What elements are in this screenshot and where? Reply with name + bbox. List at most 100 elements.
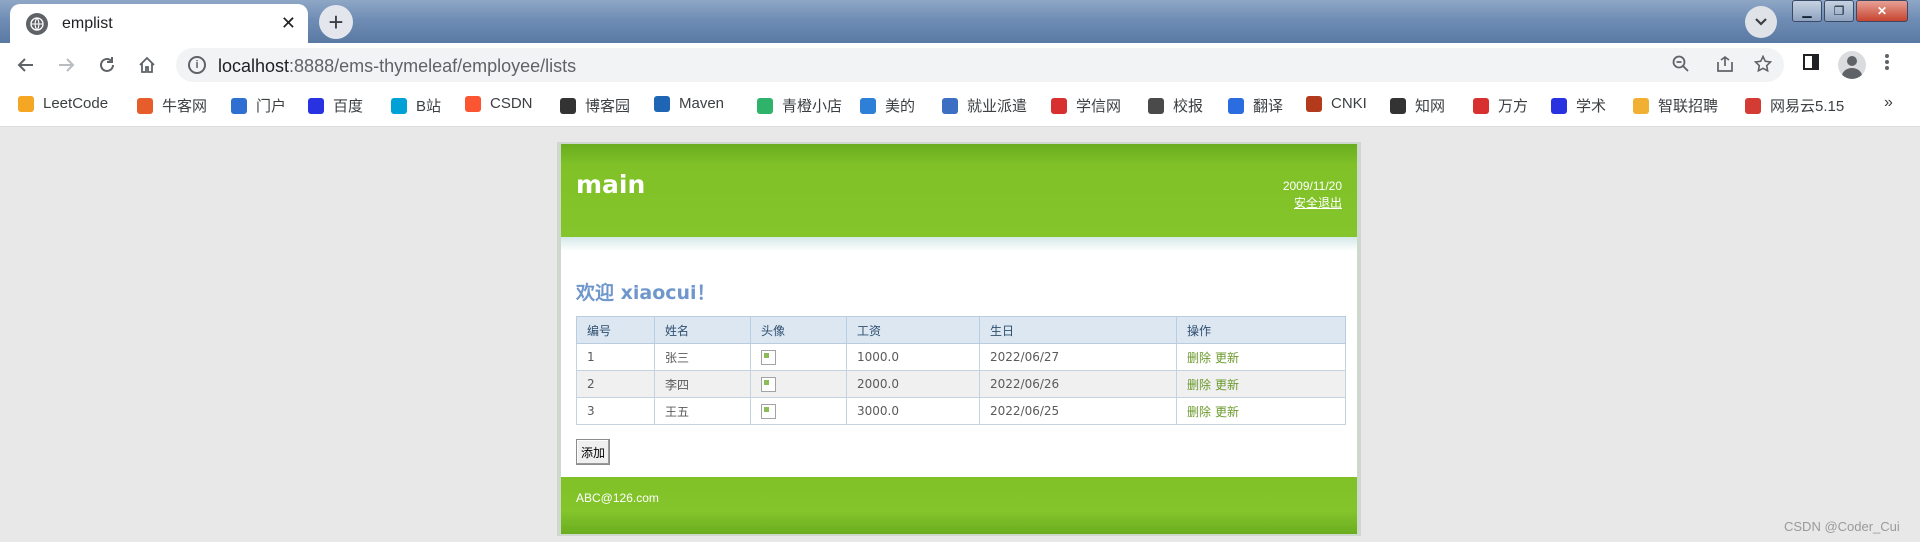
bookmark-item[interactable]: 智联招聘 <box>1633 95 1718 116</box>
home-button[interactable] <box>133 51 161 79</box>
bookmark-label: 学术 <box>1576 98 1607 115</box>
bookmark-favicon-icon <box>231 97 247 114</box>
bookmarks-overflow-icon[interactable]: » <box>1884 94 1893 112</box>
bookmark-favicon-icon <box>1148 97 1164 114</box>
update-link[interactable]: 更新 <box>1215 378 1239 392</box>
close-tab-icon[interactable]: ✕ <box>281 13 296 34</box>
bookmark-favicon-icon <box>137 97 153 114</box>
broken-image-icon <box>761 403 776 419</box>
bookmark-favicon-icon <box>1306 95 1322 112</box>
bookmark-label: 学信网 <box>1076 98 1122 115</box>
add-button[interactable]: 添加 <box>576 439 610 465</box>
watermark-text: CSDN @Coder_Cui <box>1784 519 1900 534</box>
tab-emplist[interactable]: emplist ✕ <box>10 4 308 43</box>
update-link[interactable]: 更新 <box>1215 351 1239 365</box>
cell-name: 李四 <box>654 370 751 398</box>
bookmark-label: 网易云5.15 <box>1770 98 1845 115</box>
tab-title: emplist <box>62 14 113 32</box>
forward-button[interactable] <box>52 51 80 79</box>
delete-link[interactable]: 删除 <box>1187 351 1211 365</box>
bookmark-favicon-icon <box>560 97 576 114</box>
bookmark-item[interactable]: 网易云5.15 <box>1745 95 1844 116</box>
broken-image-icon <box>761 349 776 365</box>
bookmark-label: B站 <box>416 98 442 115</box>
url-host: localhost <box>218 56 290 76</box>
new-tab-button[interactable]: + <box>319 5 353 39</box>
bookmark-item[interactable]: 美的 <box>860 95 915 116</box>
site-footer: ABC@126.com <box>561 477 1357 534</box>
bookmark-item[interactable]: 青橙小店 <box>757 95 842 116</box>
globe-icon <box>26 12 48 35</box>
bookmark-favicon-icon <box>757 97 773 114</box>
bookmark-label: 牛客网 <box>162 98 208 115</box>
bookmark-favicon-icon <box>465 95 481 112</box>
bookmark-label: 百度 <box>333 98 364 115</box>
page-viewport: main 2009/11/20 安全退出 欢迎 xiaocui！ 编号 姓名 头… <box>0 127 1920 542</box>
menu-dots-icon[interactable] <box>1884 53 1890 76</box>
bookmark-item[interactable]: 学信网 <box>1051 95 1121 116</box>
bookmark-label: 智联招聘 <box>1658 98 1719 115</box>
zoom-icon[interactable] <box>1672 55 1690 79</box>
share-icon[interactable] <box>1716 55 1734 79</box>
bookmark-label: Maven <box>679 95 725 112</box>
bookmark-favicon-icon <box>860 97 876 114</box>
cell-id: 1 <box>576 343 655 371</box>
welcome-heading: 欢迎 xiaocui！ <box>576 282 716 304</box>
minimize-button[interactable]: ▁ <box>1792 0 1822 22</box>
logout-link[interactable]: 安全退出 <box>1294 194 1342 211</box>
bookmark-item[interactable]: 知网 <box>1390 95 1445 116</box>
delete-link[interactable]: 删除 <box>1187 405 1211 419</box>
url-text[interactable]: localhost:8888/ems-thymeleaf/employee/li… <box>218 56 576 77</box>
bookmark-item[interactable]: LeetCode <box>18 95 108 112</box>
bookmark-item[interactable]: 牛客网 <box>137 95 207 116</box>
bookmark-label: 就业派遣 <box>967 98 1028 115</box>
bookmark-favicon-icon <box>1551 97 1567 114</box>
bookmark-label: CSDN <box>490 95 533 112</box>
back-button[interactable] <box>12 51 40 79</box>
forward-arrow-icon <box>59 58 75 72</box>
back-arrow-icon <box>17 58 33 72</box>
bookmark-favicon-icon <box>1633 97 1649 114</box>
update-link[interactable]: 更新 <box>1215 405 1239 419</box>
page-frame: main 2009/11/20 安全退出 欢迎 xiaocui！ 编号 姓名 头… <box>557 142 1361 536</box>
window-close-button[interactable]: ✕ <box>1856 0 1908 22</box>
column-header: 操作 <box>1176 316 1346 344</box>
bookmark-item[interactable]: 学术 <box>1551 95 1606 116</box>
bookmark-item[interactable]: 万方 <box>1473 95 1528 116</box>
bookmark-favicon-icon <box>1228 97 1244 114</box>
cell-name: 王五 <box>654 397 751 425</box>
address-bar[interactable]: i localhost:8888/ems-thymeleaf/employee/… <box>176 48 1784 82</box>
reload-button[interactable] <box>93 51 121 79</box>
profile-avatar[interactable] <box>1838 51 1866 79</box>
bookmark-item[interactable]: 门户 <box>231 95 286 116</box>
cell-birthday: 2022/06/25 <box>979 397 1177 425</box>
bookmark-favicon-icon <box>391 97 407 114</box>
cell-actions: 删除 更新 <box>1176 370 1346 398</box>
bookmark-item[interactable]: 校报 <box>1148 95 1203 116</box>
footer-email: ABC@126.com <box>576 491 659 505</box>
bookmark-favicon-icon <box>308 97 324 114</box>
bookmark-item[interactable]: 百度 <box>308 95 363 116</box>
cell-salary: 1000.0 <box>846 343 980 371</box>
restore-button[interactable]: ❐ <box>1824 0 1854 22</box>
side-panel-icon[interactable] <box>1802 53 1820 76</box>
bookmark-item[interactable]: Maven <box>654 95 724 112</box>
bookmark-item[interactable]: 博客园 <box>560 95 630 116</box>
home-icon <box>139 56 155 73</box>
table-row: 1 张三 1000.0 2022/06/27 删除 更新 <box>576 343 1346 371</box>
bookmark-item[interactable]: CSDN <box>465 95 533 112</box>
column-header: 生日 <box>979 316 1177 344</box>
bookmark-favicon-icon <box>942 97 958 114</box>
bookmark-item[interactable]: 就业派遣 <box>942 95 1027 116</box>
reload-icon <box>100 57 114 72</box>
header-band <box>561 237 1357 251</box>
site-info-icon[interactable]: i <box>188 56 206 74</box>
bookmark-item[interactable]: B站 <box>391 95 441 116</box>
bookmark-item[interactable]: CNKI <box>1306 95 1367 112</box>
tab-search-button[interactable] <box>1745 6 1777 38</box>
bookmark-star-icon[interactable] <box>1753 54 1773 79</box>
cell-name: 张三 <box>654 343 751 371</box>
delete-link[interactable]: 删除 <box>1187 378 1211 392</box>
bookmark-favicon-icon <box>1051 97 1067 114</box>
bookmark-item[interactable]: 翻译 <box>1228 95 1283 116</box>
